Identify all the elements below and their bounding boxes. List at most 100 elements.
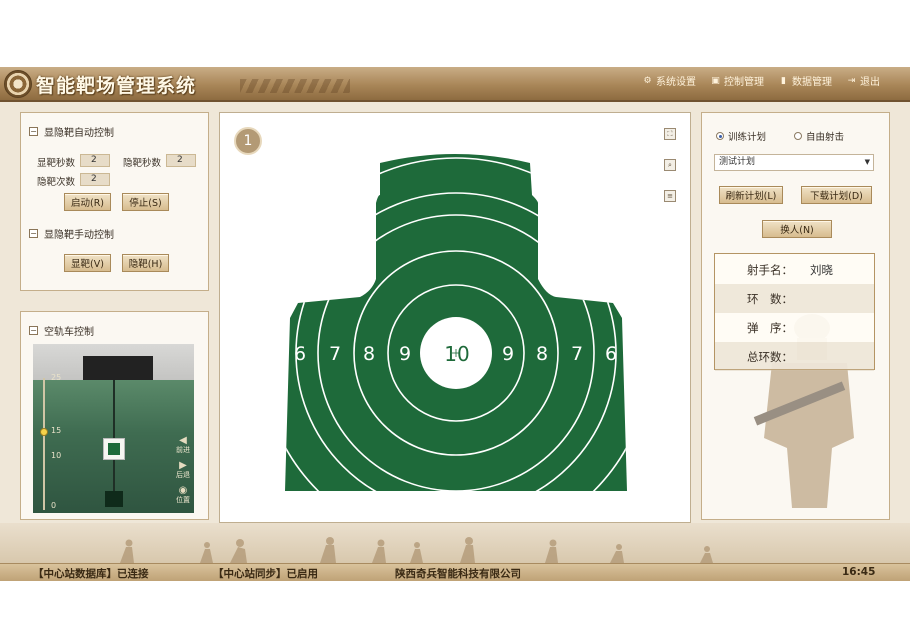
footer-decoration (0, 523, 910, 563)
scale-tick: 25 (51, 373, 62, 382)
hide-seconds-field[interactable]: 2 (166, 154, 196, 167)
position-label: 位置 (176, 496, 190, 504)
plan-select-value: 测试计划 (719, 157, 756, 167)
rings-row: 环 数： (715, 284, 874, 313)
forward-label: 前进 (176, 446, 190, 454)
refresh-plan-button[interactable]: 刷新计划(L) (719, 186, 783, 204)
radio-dot (716, 132, 724, 140)
show-target-button[interactable]: 显靶(V) (64, 254, 111, 272)
arrow-left-icon: ◀ (179, 434, 187, 446)
mode-radio-group: 训练计划 自由射击 (716, 129, 844, 143)
bullet-row: 弹 序： (715, 313, 874, 342)
ring-label: 6 (294, 343, 306, 365)
rail-control-title-text: 空轨车控制 (44, 327, 94, 338)
manual-control-title: − 显隐靶手动控制 (29, 226, 114, 241)
ring-label: 7 (571, 343, 583, 365)
distance-scale (43, 378, 45, 510)
collapse-icon[interactable]: − (29, 229, 38, 238)
collapse-icon[interactable]: − (29, 127, 38, 136)
hide-count-label: 隐靶次数 (37, 177, 76, 188)
rail-car-panel: − 空轨车控制 25 15 10 0 ◀ 前进 ▶ 后退 ◉ 位置 (20, 311, 209, 520)
company-name: 陕西奇兵智能科技有限公司 (395, 568, 521, 580)
bar-chart-icon: ▮ (781, 75, 786, 86)
bullet-label: 弹 序： (747, 321, 793, 335)
bullseye-label: 10 (444, 342, 469, 366)
ring-label: 9 (399, 343, 411, 365)
back-button[interactable]: ▶ 后退 (176, 460, 190, 480)
nav-system-settings[interactable]: ⚙ 系统设置 (642, 73, 696, 89)
header-bar: 智能靶场管理系统 ⚙ 系统设置 ▣ 控制管理 ▮ 数据管理 ⇥ 退出 (0, 67, 910, 102)
scale-tick: 10 (51, 451, 62, 460)
auto-control-title-text: 显隐靶自动控制 (44, 128, 114, 139)
plan-select[interactable]: 测试计划 ▼ (714, 154, 874, 171)
scale-tick: 15 (51, 426, 62, 435)
scale-tick: 0 (51, 501, 57, 510)
download-plan-button[interactable]: 下载计划(D) (801, 186, 872, 204)
radio-label: 训练计划 (728, 132, 767, 143)
exit-icon: ⇥ (847, 75, 856, 86)
total-row: 总环数： (715, 342, 874, 371)
nav-label: 系统设置 (656, 77, 696, 88)
shooter-row: 射手名： 刘晓 (715, 255, 874, 284)
shooter-value: 刘晓 (810, 263, 833, 277)
plan-panel: 训练计划 自由射击 测试计划 ▼ 刷新计划(L) 下载计划(D) 换人(N) 射… (701, 112, 890, 520)
collapse-icon[interactable]: − (29, 326, 38, 335)
header-decoration (240, 79, 350, 93)
start-button[interactable]: 启动(R) (64, 193, 111, 211)
position-button[interactable]: ◉ 位置 (176, 485, 190, 505)
hide-seconds-label: 隐靶秒数 (123, 158, 162, 169)
hide-count-field[interactable]: 2 (80, 173, 110, 186)
hide-target-button[interactable]: 隐靶(H) (122, 254, 169, 272)
target-control-panel: − 显隐靶自动控制 显靶秒数 2 隐靶秒数 2 隐靶次数 2 启动(R) 停止(… (20, 112, 209, 291)
target-display-panel: 1 ⛶ ⌕ ≡ 6 7 8 9 9 8 7 6 10 (219, 112, 691, 523)
nav-label: 退出 (860, 77, 880, 88)
arrow-right-icon: ▶ (179, 459, 187, 471)
manual-control-title-text: 显隐靶手动控制 (44, 230, 114, 241)
monitor-icon: ▣ (711, 75, 720, 86)
ring-label: 9 (502, 343, 514, 365)
rail-track-view: 25 15 10 0 ◀ 前进 ▶ 后退 ◉ 位置 (33, 344, 194, 513)
rail-car-target (103, 438, 125, 460)
mode-training-radio[interactable]: 训练计划 (716, 129, 766, 143)
app-title: 智能靶场管理系统 (36, 75, 197, 97)
top-nav: ⚙ 系统设置 ▣ 控制管理 ▮ 数据管理 ⇥ 退出 (642, 73, 880, 89)
target-circle-icon: ◉ (178, 484, 188, 496)
stop-button[interactable]: 停止(S) (122, 193, 169, 211)
ring-label: 8 (363, 343, 375, 365)
target-figure: 6 7 8 9 9 8 7 6 10 (285, 154, 627, 491)
radio-label: 自由射击 (806, 132, 845, 143)
auto-control-title: − 显隐靶自动控制 (29, 124, 114, 139)
gear-icon: ⚙ (643, 75, 652, 86)
clock: 16:45 (842, 566, 876, 578)
rail-car-base (105, 491, 123, 507)
soldier-silhouettes (120, 537, 713, 563)
status-bar: 【中心站数据库】已连接 【中心站同步】已启用 陕西奇兵智能科技有限公司 16:4… (0, 563, 910, 581)
nav-label: 数据管理 (792, 77, 832, 88)
show-seconds-field[interactable]: 2 (80, 154, 110, 167)
change-person-button[interactable]: 换人(N) (762, 220, 832, 238)
nav-label: 控制管理 (724, 77, 764, 88)
app-window: 智能靶场管理系统 ⚙ 系统设置 ▣ 控制管理 ▮ 数据管理 ⇥ 退出 − 显隐靶… (0, 67, 910, 581)
position-slider-handle[interactable] (40, 428, 48, 436)
sync-status: 【中心站同步】已启用 (213, 568, 318, 580)
total-label: 总环数： (747, 350, 793, 364)
back-label: 后退 (176, 471, 190, 479)
nav-data-management[interactable]: ▮ 数据管理 (778, 73, 832, 89)
nav-control-management[interactable]: ▣ 控制管理 (710, 73, 764, 89)
ring-label: 8 (536, 343, 548, 365)
app-logo (4, 70, 32, 98)
db-status: 【中心站数据库】已连接 (33, 568, 149, 580)
rail-control-title: − 空轨车控制 (29, 323, 94, 338)
chevron-down-icon: ▼ (864, 158, 870, 166)
shooter-label: 射手名： (747, 263, 793, 277)
track-backwall (83, 356, 153, 380)
radio-dot (794, 132, 803, 140)
shooter-info-box: 射手名： 刘晓 环 数： 弹 序： 总环数： (714, 253, 875, 371)
forward-button[interactable]: ◀ 前进 (176, 435, 190, 455)
ring-label: 7 (329, 343, 341, 365)
mode-free-radio[interactable]: 自由射击 (794, 129, 844, 143)
rings-label: 环 数： (747, 292, 793, 306)
ring-label: 6 (605, 343, 617, 365)
show-seconds-label: 显靶秒数 (37, 158, 76, 169)
nav-exit[interactable]: ⇥ 退出 (846, 73, 880, 89)
